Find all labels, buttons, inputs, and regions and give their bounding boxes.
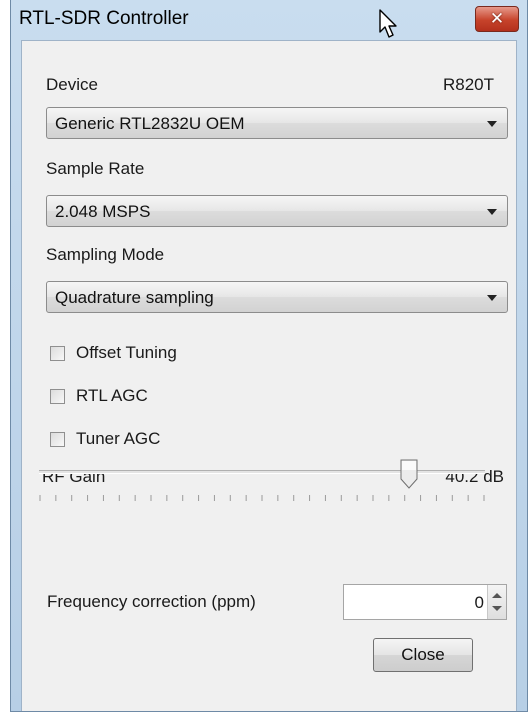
- frequency-correction-value[interactable]: 0: [475, 593, 484, 613]
- sampling-mode-select-value: Quadrature sampling: [55, 288, 214, 307]
- checkbox-box[interactable]: [50, 389, 65, 404]
- close-button[interactable]: Close: [373, 638, 473, 672]
- frequency-correction-spinner[interactable]: 0: [343, 584, 507, 620]
- checkbox-box[interactable]: [50, 346, 65, 361]
- window-title: RTL-SDR Controller: [19, 8, 189, 29]
- offset-tuning-label: Offset Tuning: [76, 343, 177, 362]
- sample-rate-label: Sample Rate: [46, 159, 145, 178]
- device-label: Device: [46, 75, 98, 94]
- dropdown-arrow-icon: [487, 121, 497, 127]
- frequency-correction-label: Frequency correction (ppm): [47, 592, 256, 611]
- mouse-cursor-icon: [379, 9, 397, 38]
- spin-up-icon[interactable]: [492, 593, 502, 598]
- sampling-mode-label: Sampling Mode: [46, 245, 165, 264]
- dropdown-arrow-icon: [487, 209, 497, 215]
- rtl-sdr-controller-window: RTL-SDR Controller ✕ Device R820T Generi…: [10, 0, 528, 712]
- close-icon: ✕: [489, 9, 505, 28]
- rf-gain-slider-ticks: [39, 495, 485, 501]
- device-select[interactable]: Generic RTL2832U OEM: [46, 107, 508, 139]
- rtl-agc-label: RTL AGC: [76, 386, 148, 405]
- sampling-mode-select[interactable]: Quadrature sampling: [46, 281, 508, 313]
- sample-rate-select[interactable]: 2.048 MSPS: [46, 195, 508, 227]
- sample-rate-select-value: 2.048 MSPS: [55, 202, 151, 221]
- title-bar[interactable]: RTL-SDR Controller ✕: [11, 0, 527, 40]
- tuner-type: R820T: [442, 75, 494, 94]
- spin-down-icon[interactable]: [492, 606, 502, 611]
- dropdown-arrow-icon: [487, 295, 497, 301]
- checkbox-box[interactable]: [50, 432, 65, 447]
- spinner-buttons: [487, 585, 506, 619]
- device-select-value: Generic RTL2832U OEM: [55, 114, 245, 133]
- window-close-button[interactable]: ✕: [475, 6, 519, 32]
- rf-gain-slider-thumb[interactable]: [400, 459, 418, 489]
- tuner-agc-label: Tuner AGC: [76, 429, 161, 448]
